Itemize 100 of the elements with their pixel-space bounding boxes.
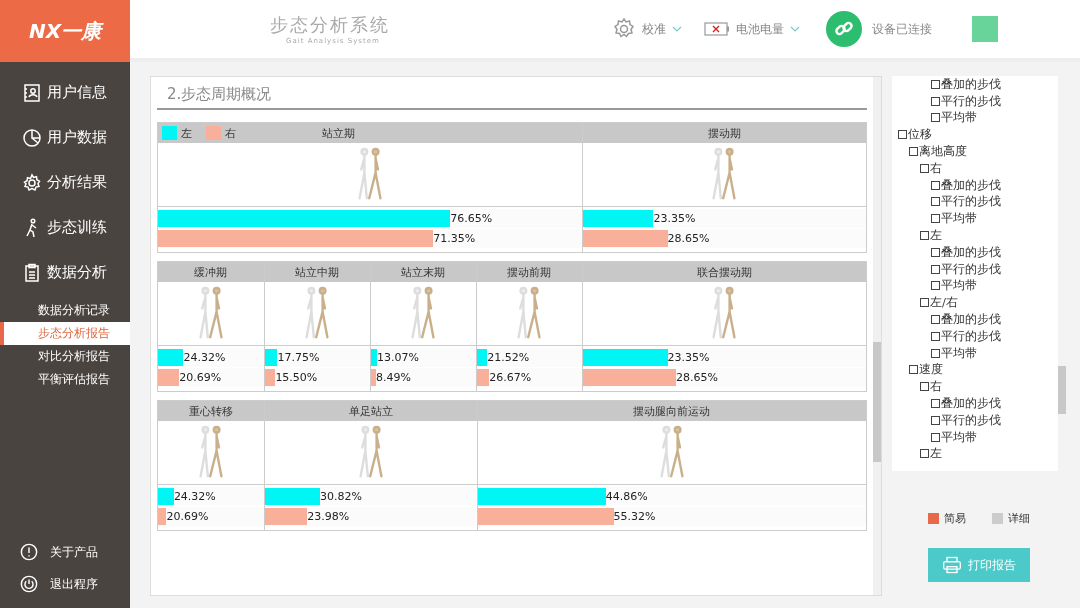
settings-icon [22,172,42,193]
tree-item[interactable]: 位移 [898,126,1058,144]
checkbox[interactable] [931,247,940,257]
tree-item[interactable]: 左 [898,445,1058,463]
left-value: 24.32% [183,351,226,364]
right-value: 28.65% [676,371,719,384]
left-value: 76.65% [450,212,493,225]
tree-item[interactable]: 平均带 [898,428,1058,446]
tree-item[interactable]: 平行的步伐 [898,260,1058,278]
tree-item[interactable]: 平行的步伐 [898,92,1058,110]
tree-item[interactable]: 平均带 [898,109,1058,127]
column-title: 单足站立 [348,403,393,419]
sidebar-item[interactable]: 用户数据 [0,115,130,160]
checkbox[interactable] [909,365,918,375]
right-value: 55.32% [613,510,656,523]
tree-item[interactable]: 离地高度 [898,143,1058,160]
battery-dropdown[interactable]: 电池电量 [736,20,784,38]
tree-item[interactable]: 叠加的步伐 [898,395,1058,412]
section-title: 2.步态周期概况 [157,81,867,110]
submenu-item[interactable]: 数据分析记录 [0,299,130,322]
tree-item[interactable]: 叠加的步伐 [898,176,1058,194]
right-value: 20.69% [166,510,209,523]
tree-item[interactable]: 平均带 [898,277,1058,295]
tree-item[interactable]: 平均带 [898,344,1058,362]
tree-item[interactable]: 平行的步伐 [898,327,1058,345]
checkbox[interactable] [931,197,940,207]
tree-item[interactable]: 叠加的步伐 [898,311,1058,328]
column-title: 联合摆动期 [696,264,752,280]
checkbox[interactable] [931,96,940,106]
left-value: 21.52% [487,351,530,364]
checkbox[interactable] [931,432,940,442]
checkbox[interactable] [909,147,918,157]
column-title: 摆动腿向前运动 [633,403,711,419]
checkbox[interactable] [931,281,940,291]
tree-item[interactable]: 平行的步伐 [898,193,1058,211]
column-title: 站立期 [321,125,357,141]
checkbox[interactable] [920,298,929,308]
checkbox[interactable] [931,315,940,325]
tree-item[interactable]: 左 [898,227,1058,244]
checkbox[interactable] [931,399,940,409]
checkbox[interactable] [920,163,929,173]
footer-link[interactable]: 退出程序 [50,575,98,593]
checkbox[interactable] [931,79,940,89]
device-status: 设备已连接 [872,20,932,38]
clipboard-icon [22,262,42,283]
submenu-item[interactable]: 平衡评估报告 [0,368,130,391]
scrollbar-thumb[interactable] [873,342,881,462]
battery-empty-icon [704,22,730,36]
legend-label: 简易 [944,511,966,526]
footer-link[interactable]: 关于产品 [50,543,98,561]
column-title: 重心转移 [188,403,233,419]
pie-chart-icon [22,127,42,148]
tree-item[interactable]: 平均带 [898,210,1058,228]
checkbox[interactable] [931,415,940,425]
checkbox[interactable] [931,348,940,358]
sidebar-item[interactable]: 步态训练 [0,205,130,250]
column-title: 摆动前期 [507,264,552,280]
checkbox[interactable] [920,382,929,392]
checkbox[interactable] [931,331,940,341]
sidebar-item[interactable]: 用户信息 [0,70,130,115]
checkbox[interactable] [920,449,929,459]
app-title: 步态分析系统 [270,13,390,37]
right-value: 20.69% [179,371,222,384]
right-value: 71.35% [433,232,476,245]
tree-item[interactable]: 平行的步伐 [898,411,1058,429]
checkbox[interactable] [920,231,929,241]
submenu-item[interactable]: 步态分析报告 [0,322,130,345]
column-title: 摆动期 [707,125,741,141]
right-value: 15.50% [275,371,318,384]
tree-item[interactable]: 右 [898,160,1058,177]
right-value: 26.67% [489,371,532,384]
checkbox[interactable] [931,214,940,224]
left-value: 30.82% [319,490,362,503]
calibrate-dropdown[interactable]: 校准 [642,20,666,38]
scrollbar-thumb[interactable] [1058,366,1066,414]
legend-label: 左 [181,125,192,141]
right-value: 28.65% [667,232,710,245]
right-value: 8.49% [376,371,411,384]
tree-item[interactable]: 速度 [898,361,1058,379]
link-icon [826,11,862,47]
left-value: 44.86% [605,490,648,503]
left-value: 13.07% [377,351,419,364]
sidebar-item[interactable]: 数据分析 [0,250,130,295]
submenu-item[interactable]: 对比分析报告 [0,345,130,368]
tree-item[interactable]: 左/右 [898,294,1058,312]
tree-item[interactable]: 叠加的步伐 [898,76,1058,93]
checkbox[interactable] [898,130,907,140]
left-value: 23.35% [667,351,710,364]
power-icon[interactable] [20,575,38,593]
info-icon[interactable] [20,543,38,561]
sidebar-item[interactable]: 分析结果 [0,160,130,205]
checkbox[interactable] [931,180,940,190]
printer-icon [942,555,962,575]
checkbox[interactable] [931,113,940,123]
tree-item[interactable]: 右 [898,378,1058,396]
tree-item[interactable]: 叠加的步伐 [898,243,1058,261]
right-value: 23.98% [307,510,350,523]
column-title: 站立中期 [295,264,340,280]
checkbox[interactable] [931,264,940,274]
status-square [972,16,998,42]
